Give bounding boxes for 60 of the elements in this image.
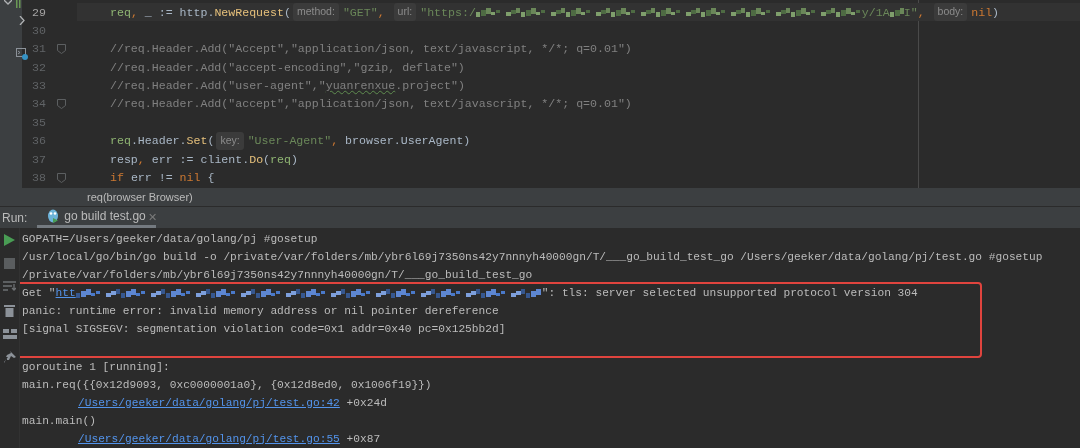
- code-text: "GET",: [342, 4, 386, 21]
- chevron-down-icon[interactable]: [4, 0, 12, 5]
- code-text: //req.Header.Add("user-agent","yuanrenxue.project"): [110, 78, 465, 95]
- console-text: Get ": [22, 285, 56, 301]
- run-icon[interactable]: [4, 234, 15, 246]
- code-text: y/1A: [861, 4, 890, 21]
- file-link[interactable]: htt: [55, 284, 76, 302]
- code-text: nil): [971, 4, 1000, 21]
- line-number: 29: [31, 4, 46, 21]
- chevron-right-icon[interactable]: [19, 16, 25, 25]
- line-number: 31: [31, 41, 46, 58]
- code-text: I",: [903, 4, 926, 21]
- layout-icon[interactable]: [2, 329, 17, 339]
- console-text: main.main(): [22, 413, 96, 429]
- run-label: Run:: [1, 209, 29, 227]
- console-text: GOPATH=/Users/geeker/data/golang/pj #gosetup: [22, 231, 318, 247]
- trash-icon[interactable]: [4, 304, 15, 317]
- line-number: 36: [31, 133, 46, 150]
- pin-icon[interactable]: [3, 351, 16, 363]
- code-text: req.Header.Set(: [110, 133, 215, 150]
- inlay-hint: key:: [216, 132, 244, 150]
- fold-marker-icon[interactable]: [57, 172, 66, 183]
- line-number: 34: [31, 96, 46, 113]
- bars-icon[interactable]: [16, 0, 21, 8]
- console-text: main.req({{0x12d9093, 0xc0000001a0}, {0x12d8ed0, 0x1006f19}}): [22, 377, 432, 393]
- console-text: /private/var/folders/mb/ybr6l69j7350ns42y7nnnyh40000gn/T/___go_build_test_go: [22, 267, 533, 283]
- redacted-text: [889, 6, 904, 19]
- file-link[interactable]: /Users/geeker/data/golang/pj/test.go:42: [78, 394, 340, 412]
- code-text: //req.Header.Add("Accept","application/json, text/javascript, */*; q=0.01"): [110, 41, 632, 58]
- line-number: 35: [31, 114, 46, 131]
- gopher-icon: [47, 209, 60, 223]
- line-number: 30: [31, 22, 46, 39]
- line-number: 38: [31, 170, 46, 186]
- terminal-icon[interactable]: [16, 48, 28, 60]
- breadcrumb[interactable]: req(browser Browser): [0, 188, 1080, 206]
- line-number: 33: [31, 78, 46, 95]
- console-text: goroutine 1 [running]:: [22, 359, 170, 375]
- inlay-hint: method:: [292, 3, 339, 22]
- console-text: +0x24d: [345, 395, 387, 411]
- close-icon[interactable]: ✕: [147, 209, 157, 226]
- console-text: panic: runtime error: invalid memory address or nil pointer dereference: [22, 303, 499, 319]
- code-text: req, _ := http.NewRequest(: [110, 4, 291, 21]
- soft-wrap-icon[interactable]: [3, 281, 16, 292]
- console-text: +0x87: [345, 431, 381, 447]
- inlay-hint: body:: [933, 3, 968, 22]
- inlay-hint: url:: [393, 3, 417, 22]
- console-text: [signal SIGSEGV: segmentation violation code=0x1 addr=0x40 pc=0x125bb2d]: [22, 321, 506, 337]
- code-text: "https:/: [420, 4, 476, 21]
- console-text: /usr/local/go/bin/go build -o /private/var/folders/mb/ybr6l69j7350ns42y7nnnyh40000gn/T/___go_build_test_go /Users/geeker/data/golang/pj/test.go #gosetup: [22, 249, 1043, 265]
- console-text: ": tls: server selected unsupported protocol version 304: [541, 285, 918, 301]
- code-text: "User-Agent", browser.UserAgent): [247, 133, 471, 150]
- code-text: resp, err := client.Do(req): [110, 151, 298, 168]
- code-text: //req.Header.Add("accept","application/json, text/javascript, */*; q=0.01"): [110, 96, 632, 113]
- code-text: if err != nil {: [110, 170, 215, 186]
- line-number: 32: [31, 59, 46, 76]
- code-text: //req.Header.Add("accept-encoding","gzip, deflate"): [110, 59, 465, 76]
- fold-marker-icon[interactable]: [57, 43, 66, 54]
- file-link[interactable]: /Users/geeker/data/golang/pj/test.go:55: [78, 430, 340, 448]
- line-number: 37: [31, 151, 46, 168]
- fold-marker-icon[interactable]: [57, 99, 66, 110]
